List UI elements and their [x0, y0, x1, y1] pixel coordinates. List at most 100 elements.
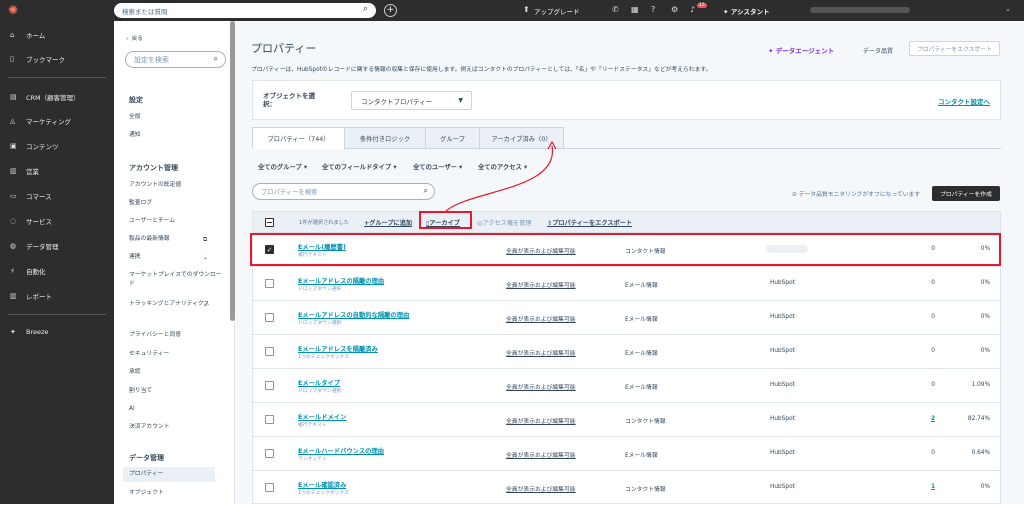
property-search-input[interactable]: プロパティーを検索 ⌕: [252, 183, 435, 200]
property-usage-link[interactable]: 1: [927, 484, 935, 490]
property-usage-link[interactable]: 2: [927, 416, 935, 422]
nav-item-content[interactable]: ▣ コンテンツ: [10, 141, 59, 151]
nav-item-service[interactable]: ◌ サービス: [10, 216, 52, 226]
table-row[interactable]: Eメール確認済み 1つのチェックボックス 全員が表示および編集可能 コンタクト情…: [253, 472, 1000, 505]
object-select-dropdown[interactable]: コンタクトプロパティー ▼: [351, 91, 472, 110]
row-checkbox[interactable]: [265, 347, 274, 356]
select-all-checkbox[interactable]: [265, 218, 274, 227]
manage-access-button[interactable]: ◎アクセス権を管理: [477, 218, 532, 227]
property-name-link[interactable]: Eメールアドレスを隔離済み: [298, 344, 378, 353]
chevron-down-icon[interactable]: ⌄: [1005, 5, 1011, 13]
settings-item-integrations[interactable]: 連携 ⌄: [129, 253, 224, 262]
nav-item-automation[interactable]: ⚡ 自動化: [10, 266, 46, 276]
property-access[interactable]: 全員が表示および編集可能: [506, 382, 576, 391]
settings-item-notifications[interactable]: 通知: [129, 131, 141, 140]
property-access[interactable]: 全員が表示および編集可能: [506, 348, 576, 357]
nav-item-breeze[interactable]: ✦ Breeze: [10, 328, 48, 336]
back-link[interactable]: ‹ 戻る: [126, 34, 143, 42]
property-access[interactable]: 全員が表示および編集可能: [506, 416, 576, 425]
property-name-link[interactable]: Eメールアドレスの自動的な隔離の理由: [298, 310, 409, 319]
chevron-down-icon: ⌄: [203, 254, 209, 261]
help-icon[interactable]: ?: [651, 5, 655, 14]
nav-item-home[interactable]: ⌂ ホーム: [10, 30, 45, 40]
settings-item-product-updates[interactable]: 製品の最新情報 ⧉: [129, 235, 224, 244]
property-field-type: ドロップダウン選択: [298, 321, 342, 326]
hubspot-logo-icon[interactable]: ✺: [8, 4, 21, 17]
row-checkbox[interactable]: [265, 279, 274, 288]
filter-users-dropdown[interactable]: 全てのユーザー ▾: [413, 162, 462, 171]
settings-item-users-teams[interactable]: ユーザーとチーム: [129, 217, 175, 226]
settings-item-account-defaults[interactable]: アカウントの既定値: [129, 181, 181, 190]
tab-groups[interactable]: グループ: [425, 127, 480, 149]
tab-properties[interactable]: プロパティー（744）: [252, 127, 345, 149]
table-row[interactable]: Eメールドメイン 複行テキスト 全員が表示および編集可能 コンタクト情報 Hub…: [253, 404, 1000, 437]
bell-icon[interactable]: ♪: [690, 5, 695, 14]
create-property-button[interactable]: プロパティーを作成: [932, 186, 1000, 201]
table-row[interactable]: Eメールハードバウンスの理由 ランオンテン 全員が表示および編集可能 Eメール情…: [253, 438, 1000, 471]
export-selected-button[interactable]: ⇪プロパティーをエクスポート: [547, 218, 632, 227]
row-checkbox[interactable]: [265, 415, 274, 424]
property-name-link[interactable]: Eメールアドレスの隔離の理由: [298, 276, 384, 285]
settings-item-privacy-consent[interactable]: プライバシーと同意: [129, 331, 181, 340]
row-checkbox[interactable]: [265, 449, 274, 458]
nav-item-crm[interactable]: ▤ CRM（顧客管理）: [10, 92, 80, 102]
add-to-group-button[interactable]: +グループに追加: [364, 218, 412, 227]
settings-item-tracking-analytics[interactable]: トラッキングとアナリティクス ⌄: [129, 300, 224, 309]
filter-access-dropdown[interactable]: 全てのアクセス ▾: [478, 162, 527, 171]
property-name-link[interactable]: Eメールハードバウンスの理由: [298, 446, 384, 455]
nav-item-data-management[interactable]: ◍ データ管理: [10, 241, 59, 251]
settings-item-approvals[interactable]: 承認: [129, 368, 141, 377]
table-row[interactable]: Eメールアドレスの隔離の理由 ドロップダウン選択 全員が表示および編集可能 Eメ…: [253, 268, 1000, 301]
upgrade-link[interactable]: アップグレード: [534, 6, 580, 16]
data-quality-link[interactable]: データ品質: [863, 46, 893, 55]
property-access[interactable]: 全員が表示および編集可能: [506, 314, 576, 323]
nav-item-sales[interactable]: ▥ 営業: [10, 166, 39, 176]
settings-item-ai[interactable]: AI: [129, 405, 135, 414]
property-access[interactable]: 全員が表示および編集可能: [506, 450, 576, 459]
nav-item-reports[interactable]: ▥ レポート: [10, 291, 52, 301]
assistant-button[interactable]: ✦ アシスタント: [723, 6, 769, 16]
nav-item-bookmarks[interactable]: ▯ ブックマーク: [10, 54, 65, 64]
data-agent-button[interactable]: ✦ データエージェント: [768, 45, 834, 55]
settings-item-audit-log[interactable]: 監査ログ: [129, 199, 152, 208]
nav-item-marketing[interactable]: ◬ マーケティング: [10, 116, 71, 126]
property-field-type: 1つのチェックボックス: [298, 355, 349, 360]
row-checkbox[interactable]: [265, 483, 274, 492]
row-checkbox[interactable]: [265, 313, 274, 322]
account-menu[interactable]: [810, 7, 910, 13]
nav-item-commerce[interactable]: ▭ コマース: [10, 191, 52, 201]
settings-item-marketplace-downloads[interactable]: マーケットプレイスでのダウンロード: [129, 271, 224, 289]
tab-archived[interactable]: アーカイブ済み（0）: [479, 127, 564, 149]
marketplace-icon[interactable]: ▦: [631, 5, 639, 14]
caret-down-icon: ▼: [458, 97, 463, 104]
crm-icon: ▤: [10, 93, 17, 101]
global-search-input[interactable]: 検索または質問 ⌕: [114, 3, 376, 18]
export-properties-button[interactable]: プロパティーをエクスポート: [909, 41, 1000, 56]
property-created-by: HubSpot: [770, 416, 795, 422]
property-access[interactable]: 全員が表示および編集可能: [506, 280, 576, 289]
phone-icon[interactable]: ✆: [612, 5, 619, 14]
filter-field-type-dropdown[interactable]: 全てのフィールドタイプ ▾: [322, 162, 397, 171]
settings-search-input[interactable]: 設定を検索 ⌕: [125, 51, 226, 68]
property-name-link[interactable]: Eメールドメイン: [298, 412, 346, 421]
property-created-by: HubSpot: [770, 314, 795, 320]
property-name-link[interactable]: Eメール確認済み: [298, 480, 346, 489]
property-name-link[interactable]: Eメールタイプ: [298, 378, 340, 387]
property-access[interactable]: 全員が表示および編集可能: [506, 484, 576, 493]
tab-conditional-logic[interactable]: 条件付きロジック: [344, 127, 426, 149]
table-row[interactable]: Eメールタイプ ドロップダウン選択 全員が表示および編集可能 Eメール情報 Hu…: [253, 370, 1000, 403]
settings-item-objects[interactable]: オブジェクト: [129, 489, 164, 498]
gear-icon[interactable]: ⚙: [671, 5, 678, 14]
filter-groups-dropdown[interactable]: 全てのグループ ▾: [258, 162, 307, 171]
table-row[interactable]: Eメールアドレスの自動的な隔離の理由 ドロップダウン選択 全員が表示および編集可…: [253, 302, 1000, 335]
settings-item-security[interactable]: セキュリティー: [129, 350, 169, 359]
settings-item-payment-accounts[interactable]: 決済アカウント: [129, 423, 170, 432]
table-row[interactable]: Eメールアドレスを隔離済み 1つのチェックボックス 全員が表示および編集可能 E…: [253, 336, 1000, 369]
settings-item-assignments[interactable]: 割り当て: [129, 387, 152, 396]
contact-settings-link[interactable]: コンタクト設定へ: [938, 96, 990, 106]
row-checkbox[interactable]: [265, 381, 274, 390]
settings-item-properties[interactable]: プロパティー: [129, 470, 163, 479]
create-plus-button[interactable]: +: [384, 4, 397, 17]
settings-item-general[interactable]: 全般: [129, 113, 141, 122]
property-created-by: HubSpot: [770, 348, 795, 354]
